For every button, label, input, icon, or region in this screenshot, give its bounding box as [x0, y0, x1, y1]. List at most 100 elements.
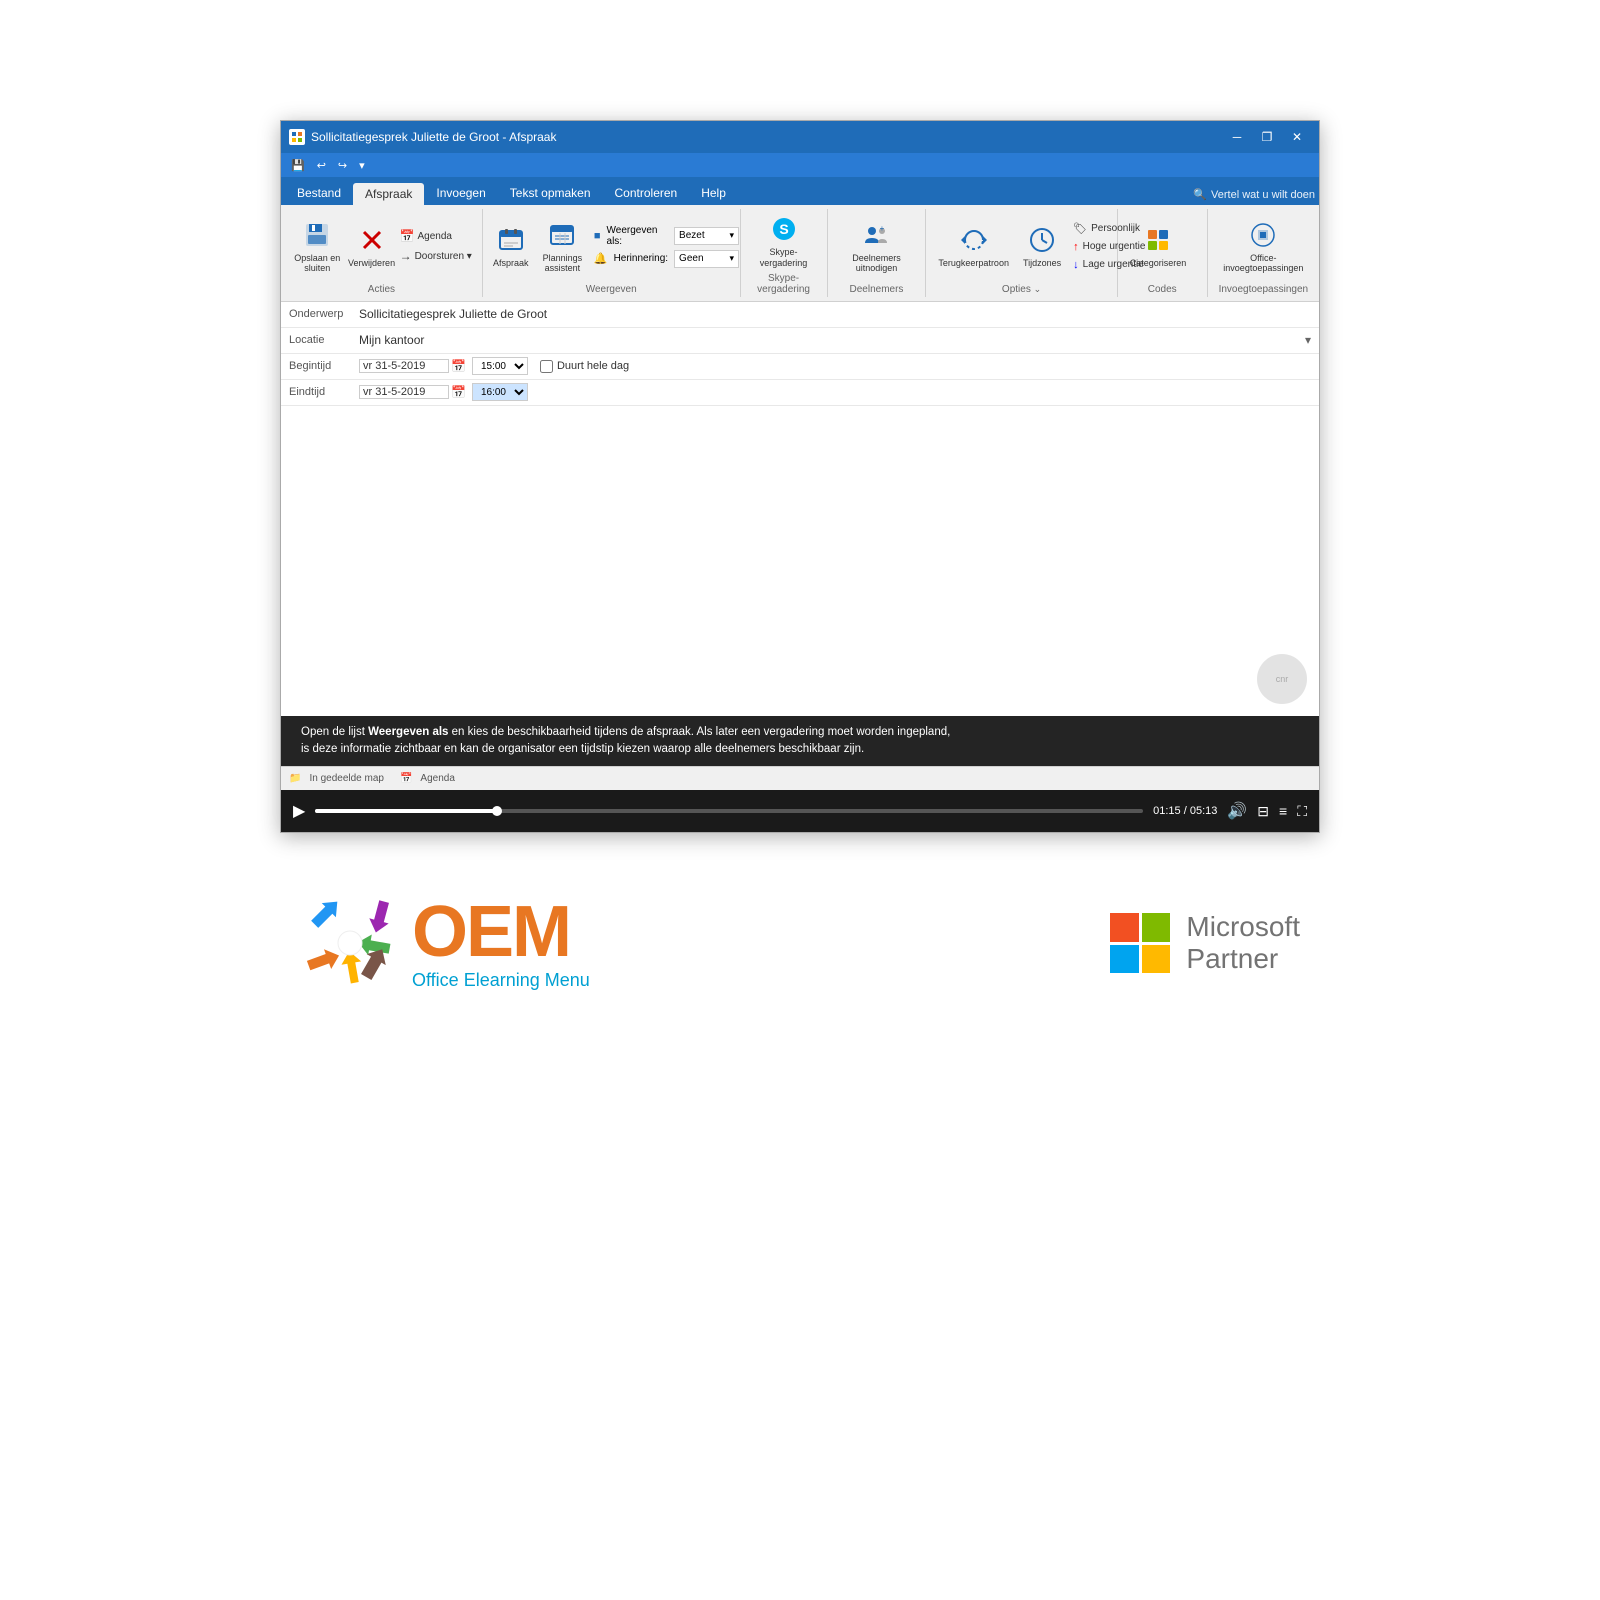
ribbon-group-invoegtoepassingen: Office- invoegtoepassingen Invoegtoepass…	[1208, 209, 1319, 297]
deelnemers-uitnodigen-button[interactable]: + Deelnemers uitnodigen	[834, 217, 920, 277]
bell-icon: 🔔	[594, 252, 608, 265]
ribbon-search[interactable]: 🔍 Vertel wat u wilt doen	[1193, 188, 1315, 205]
herinnering-dropdown[interactable]: Geen ▾	[674, 250, 739, 268]
save-close-icon	[301, 219, 333, 251]
doorsturen-button[interactable]: → Doorsturen ▾	[396, 247, 476, 265]
tijdzones-button[interactable]: Tijdzones	[1017, 222, 1067, 270]
ribbon-group-deelnemers: + Deelnemers uitnodigen Deelnemers	[828, 209, 927, 297]
eindtijd-date-input[interactable]	[359, 385, 449, 399]
app-icon	[289, 129, 305, 145]
onderwerp-input[interactable]	[359, 307, 1311, 321]
office-invoegtoepassingen-button[interactable]: Office- invoegtoepassingen	[1214, 217, 1313, 277]
ms-square-yellow	[1142, 945, 1171, 974]
qat-undo-icon[interactable]: ↩	[313, 158, 330, 173]
subtitle-line1: Open de lijst Weergeven als en kies de b…	[301, 724, 1299, 741]
logo-section: OEM Office Elearning Menu Microsoft Part…	[280, 893, 1320, 993]
eindtijd-time-select[interactable]: 16:00	[472, 383, 528, 401]
subtitle-bar: Open de lijst Weergeven als en kies de b…	[281, 716, 1319, 767]
ribbon-group-acties: Opslaan en sluiten Verwijderen	[281, 209, 483, 297]
oem-text-block: OEM Office Elearning Menu	[412, 896, 590, 991]
duurt-hele-dag-label: Duurt hele dag	[557, 360, 629, 372]
weergeven-label: Weergeven	[489, 282, 734, 295]
terugkeerpatroon-button[interactable]: Terugkeerpatroon	[932, 222, 1015, 270]
agenda-icon: 📅	[400, 229, 415, 243]
title-bar-title: Sollicitatiegesprek Juliette de Groot - …	[311, 130, 556, 144]
oem-main-text: OEM	[412, 896, 590, 968]
weergeven-als-dropdown[interactable]: Bezet ▾	[674, 227, 739, 245]
skype-group-label: Skype-vergadering	[747, 271, 821, 295]
qat-redo-icon[interactable]: ↪	[334, 158, 351, 173]
verwijderen-label: Verwijderen	[348, 258, 395, 269]
people-icon: +	[860, 219, 892, 251]
opties-label: Opties ⌄	[932, 282, 1110, 295]
locatie-dropdown-icon[interactable]: ▾	[1305, 333, 1311, 347]
agenda-label: Agenda	[418, 231, 452, 242]
locatie-input[interactable]	[359, 333, 1305, 347]
progress-bar[interactable]	[315, 809, 1143, 813]
tab-afspraak[interactable]: Afspraak	[353, 183, 424, 205]
afspraak-view-button[interactable]: Afspraak	[489, 222, 533, 270]
begintijd-calendar-icon[interactable]: 📅	[451, 359, 466, 373]
microsoft-partner-logo: Microsoft Partner	[1110, 911, 1300, 975]
captions-button[interactable]: ⊟	[1257, 803, 1269, 820]
restore-button[interactable]: ❐	[1253, 127, 1281, 147]
tag-icon: 🏷	[1073, 222, 1087, 235]
tab-help[interactable]: Help	[689, 181, 738, 205]
verwijderen-button[interactable]: Verwijderen	[350, 222, 394, 271]
time-display: 01:15 / 05:13	[1153, 805, 1217, 817]
volume-button[interactable]: 🔊	[1227, 801, 1247, 821]
chapters-button[interactable]: ≡	[1279, 803, 1287, 819]
planningsassistent-button[interactable]: Plannings assistent	[535, 217, 590, 277]
tab-controleren[interactable]: Controleren	[603, 181, 690, 205]
begintijd-date-input[interactable]	[359, 359, 449, 373]
ribbon-tabs: Bestand Afspraak Invoegen Tekst opmaken …	[281, 177, 1319, 205]
fullscreen-button[interactable]: ⛶	[1297, 803, 1307, 820]
duurt-hele-dag-checkbox[interactable]	[540, 360, 553, 373]
qat-save-icon[interactable]: 💾	[287, 158, 309, 173]
office-apps-icon	[1247, 219, 1279, 251]
qat-dropdown-icon[interactable]: ▾	[355, 158, 369, 173]
opties-expand-icon[interactable]: ⌄	[1034, 284, 1042, 294]
ribbon-group-opties: Terugkeerpatroon Tijdzones	[926, 209, 1117, 297]
categoriseren-button[interactable]: Categoriseren	[1124, 222, 1193, 270]
svg-text:S: S	[779, 221, 788, 237]
close-button[interactable]: ✕	[1283, 127, 1311, 147]
form-area: Onderwerp Locatie ▾ Begintijd 📅 15:00	[281, 302, 1319, 406]
begintijd-row: Begintijd 📅 15:00 Duurt hele dag	[281, 354, 1319, 380]
qat-bar: 💾 ↩ ↪ ▾	[281, 153, 1319, 177]
terugkeerpatroon-label: Terugkeerpatroon	[938, 258, 1009, 268]
progress-handle[interactable]	[492, 806, 502, 816]
begintijd-time-select[interactable]: 15:00	[472, 357, 528, 375]
body-content[interactable]: cnr	[281, 406, 1319, 716]
clock-icon	[1026, 224, 1058, 256]
skype-icon: S	[768, 213, 800, 245]
agenda-button[interactable]: 📅 Agenda	[396, 227, 476, 245]
eindtijd-label: Eindtijd	[289, 386, 359, 398]
oem-logo: OEM Office Elearning Menu	[300, 893, 590, 993]
categoriseren-label: Categoriseren	[1130, 258, 1187, 268]
office-invoeg-label: Office- invoegtoepassingen	[1220, 253, 1307, 275]
ribbon-body: Opslaan en sluiten Verwijderen	[281, 205, 1319, 302]
onderwerp-row: Onderwerp	[281, 302, 1319, 328]
ms-partner-text: Microsoft Partner	[1186, 911, 1300, 975]
subtitle-text2: en kies de beschikbaarheid tijdens de af…	[448, 726, 950, 738]
ms-square-blue	[1110, 945, 1139, 974]
ms-square-red	[1110, 913, 1139, 942]
shared-folder-label: In gedeelde map	[309, 773, 384, 784]
opslaan-en-sluiten-button[interactable]: Opslaan en sluiten	[287, 217, 348, 277]
locatie-label: Locatie	[289, 334, 359, 346]
tab-invoegen[interactable]: Invoegen	[424, 181, 497, 205]
minimize-button[interactable]: ─	[1223, 127, 1251, 147]
skype-vergadering-button[interactable]: S Skype- vergadering	[747, 211, 821, 271]
eindtijd-calendar-icon[interactable]: 📅	[451, 385, 466, 399]
category-icon	[1142, 224, 1174, 256]
tab-bestand[interactable]: Bestand	[285, 181, 353, 205]
acties-buttons: Opslaan en sluiten Verwijderen	[287, 211, 476, 282]
skype-buttons: S Skype- vergadering	[747, 211, 821, 271]
tab-tekst-opmaken[interactable]: Tekst opmaken	[498, 181, 603, 205]
search-label: Vertel wat u wilt doen	[1211, 189, 1315, 201]
progress-fill	[315, 809, 497, 813]
onderwerp-label: Onderwerp	[289, 308, 359, 320]
low-priority-icon: ↓	[1073, 259, 1079, 271]
play-button[interactable]: ▶	[293, 801, 305, 821]
